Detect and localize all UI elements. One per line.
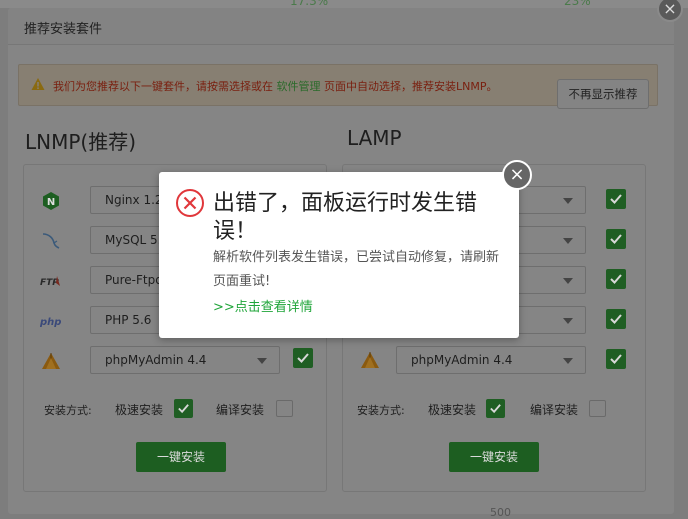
background-stat: 17.3% bbox=[290, 0, 329, 8]
recommend-notice: 我们为您推荐以下一键套件，请按需选择或在 软件管理 页面中自动选择，推荐安装LN… bbox=[18, 64, 658, 109]
svg-text:php: php bbox=[40, 317, 61, 328]
chevron-down-icon bbox=[563, 358, 573, 364]
compile-install-label: 编译安装 bbox=[216, 403, 265, 417]
checkmark-icon bbox=[610, 354, 622, 364]
fast-install-label: 极速安装 bbox=[115, 403, 164, 417]
error-close-button[interactable]: × bbox=[502, 160, 532, 190]
checkmark-icon bbox=[178, 404, 189, 414]
nginx-icon: N bbox=[43, 192, 59, 210]
php-icon: php bbox=[40, 317, 61, 328]
background-stat: 23% bbox=[564, 0, 591, 8]
notice-text: 我们为您推荐以下一键套件，请按需选择或在 软件管理 页面中自动选择，推荐安装LN… bbox=[53, 80, 498, 93]
lnmp-install-button[interactable]: 一键安装 bbox=[136, 442, 226, 472]
modal-title: 推荐安装套件 bbox=[24, 22, 103, 37]
checkmark-icon bbox=[610, 234, 622, 244]
background-value: 500 bbox=[490, 506, 511, 519]
install-method-label: 安装方式: bbox=[357, 404, 405, 417]
lamp-checkbox-2[interactable] bbox=[606, 229, 626, 249]
checkmark-icon bbox=[490, 404, 501, 414]
lamp-title: LAMP bbox=[347, 126, 402, 150]
lamp-install-button[interactable]: 一键安装 bbox=[449, 442, 539, 472]
checkmark-icon bbox=[297, 353, 309, 363]
compile-install-label: 编译安装 bbox=[530, 403, 579, 417]
checkmark-icon bbox=[610, 314, 622, 324]
checkmark-icon bbox=[610, 194, 622, 204]
error-title: 出错了，面板运行时发生错误！ bbox=[213, 191, 478, 244]
install-method-label: 安装方式: bbox=[44, 404, 92, 417]
chevron-down-icon bbox=[257, 358, 267, 364]
close-icon: × bbox=[663, 0, 677, 18]
software-management-link[interactable]: 软件管理 bbox=[277, 80, 321, 93]
warning-icon bbox=[31, 78, 45, 90]
lamp-phpmyadmin-checkbox[interactable] bbox=[606, 349, 626, 369]
checkmark-icon bbox=[610, 274, 622, 284]
compile-install-checkbox[interactable] bbox=[589, 400, 606, 417]
modal-header: 推荐安装套件 bbox=[8, 8, 674, 45]
modal-close-button[interactable]: × bbox=[657, 0, 683, 22]
phpmyadmin-version-select[interactable]: phpMyAdmin 4.4 bbox=[90, 346, 280, 374]
mysql-icon bbox=[42, 233, 60, 249]
lnmp-title: LNMP(推荐) bbox=[25, 130, 137, 154]
software-row-phpmyadmin: phpMyAdmin 4.4 bbox=[24, 346, 324, 374]
fast-install-checkbox[interactable] bbox=[486, 399, 505, 418]
lamp-checkbox-3[interactable] bbox=[606, 269, 626, 289]
ftp-icon: FTP bbox=[40, 276, 60, 288]
dont-show-again-button[interactable]: 不再显示推荐 bbox=[557, 79, 649, 109]
phpmyadmin-icon bbox=[361, 352, 379, 368]
phpmyadmin-checkbox[interactable] bbox=[293, 348, 313, 368]
view-details-link[interactable]: >>点击查看详情 bbox=[213, 296, 313, 315]
chevron-down-icon bbox=[563, 278, 573, 284]
error-dialog: 出错了，面板运行时发生错误！ 解析软件列表发生错误，已尝试自动修复，请刷新页面重… bbox=[159, 172, 519, 338]
error-message: 解析软件列表发生错误，已尝试自动修复，请刷新页面重试! bbox=[213, 250, 500, 289]
fast-install-label: 极速安装 bbox=[428, 403, 477, 417]
chevron-down-icon bbox=[563, 238, 573, 244]
close-icon: × bbox=[509, 164, 525, 185]
chevron-down-icon bbox=[563, 318, 573, 324]
chevron-down-icon bbox=[563, 198, 573, 204]
fast-install-checkbox[interactable] bbox=[174, 399, 193, 418]
lamp-checkbox-1[interactable] bbox=[606, 189, 626, 209]
svg-text:N: N bbox=[47, 197, 55, 208]
error-x-icon bbox=[176, 189, 204, 217]
lamp-phpmyadmin-select[interactable]: phpMyAdmin 4.4 bbox=[396, 346, 586, 374]
phpmyadmin-icon bbox=[42, 353, 60, 369]
lamp-checkbox-4[interactable] bbox=[606, 309, 626, 329]
compile-install-checkbox[interactable] bbox=[276, 400, 293, 417]
